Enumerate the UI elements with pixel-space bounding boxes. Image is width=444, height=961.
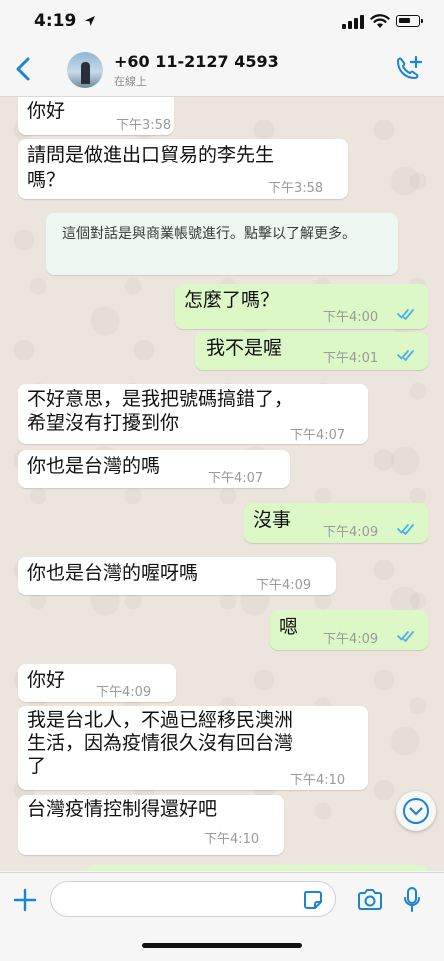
status-time: 4:19 xyxy=(34,11,77,31)
read-ticks-icon xyxy=(397,309,414,320)
message-time: 下午4:01 xyxy=(323,351,379,366)
notice-text: 這個對話是與商業帳號進行。點擊以了解更多。 xyxy=(62,226,356,242)
contact-name[interactable]: +60 11-2127 4593 xyxy=(114,52,279,71)
message-time: 下午4:10 xyxy=(290,773,346,788)
message-bubble[interactable]: 沒事 下午4:09 xyxy=(244,503,428,543)
read-ticks-icon xyxy=(397,350,414,361)
contact-status: 在線上 xyxy=(114,75,147,88)
message-text: 我不是喔 xyxy=(206,337,283,359)
message-text: 生活，因為疫情很久沒有回台灣 xyxy=(27,732,294,754)
message-time: 下午4:10 xyxy=(204,832,260,847)
add-call-icon[interactable] xyxy=(392,54,424,84)
message-bubble[interactable]: 台灣疫情控制得還好吧 下午4:10 xyxy=(18,795,284,855)
message-text: 你好 xyxy=(27,669,66,691)
location-arrow-icon xyxy=(85,16,95,26)
message-time: 下午4:07 xyxy=(208,471,264,486)
home-indicator xyxy=(142,943,302,948)
read-ticks-icon xyxy=(397,524,414,535)
message-bubble[interactable]: 我是台北人，不過已經移民澳洲 生活，因為疫情很久沒有回台灣 了 下午4:10 xyxy=(18,706,368,790)
message-time: 下午4:00 xyxy=(323,310,379,325)
message-time: 下午4:09 xyxy=(323,632,379,647)
message-text: 怎麼了嗎？ xyxy=(184,289,280,311)
message-text: 希望沒有打擾到你 xyxy=(27,412,180,434)
message-bubble[interactable]: 你也是台灣的嗎 下午4:07 xyxy=(18,450,290,488)
plus-icon[interactable] xyxy=(12,887,38,913)
message-bubble[interactable]: 請問是做進出口貿易的李先生 嗎？ 下午3:58 xyxy=(18,139,348,199)
message-text: 沒事 xyxy=(253,509,292,531)
message-text: 了 xyxy=(27,755,47,777)
status-bar: 4:19 xyxy=(0,0,444,44)
message-bubble[interactable]: 嗯 下午4:09 xyxy=(270,610,428,650)
message-bubble[interactable]: 你好 下午4:09 xyxy=(18,664,176,702)
message-bubble[interactable]: 怎麼了嗎？ 下午4:00 xyxy=(175,284,428,329)
chat-header: +60 11-2127 4593 在線上 xyxy=(0,44,444,97)
composer-bar xyxy=(0,872,444,961)
message-text: 你好 xyxy=(27,100,66,122)
message-text: 台灣疫情控制得還好吧 xyxy=(27,798,218,820)
message-bubble-partial xyxy=(86,865,428,871)
message-time: 下午3:58 xyxy=(116,118,172,133)
message-bubble[interactable]: 不好意思，是我把號碼搞錯了， 希望沒有打擾到你 下午4:07 xyxy=(18,384,368,444)
battery-icon xyxy=(396,15,423,27)
message-text: 你也是台灣的嗎 xyxy=(27,455,161,477)
message-bubble[interactable]: 你好 下午3:58 xyxy=(18,97,174,135)
message-input[interactable] xyxy=(50,881,336,917)
message-bubble[interactable]: 我不是喔 下午4:01 xyxy=(195,332,428,370)
scroll-to-bottom-button[interactable] xyxy=(396,791,436,831)
message-bubble[interactable]: 你也是台灣的喔呀嗎 下午4:09 xyxy=(18,557,336,595)
message-text: 嗎？ xyxy=(27,169,66,191)
message-list[interactable]: 你好 下午3:58 請問是做進出口貿易的李先生 嗎？ 下午3:58 這個對話是與… xyxy=(0,97,444,871)
message-time: 下午4:09 xyxy=(323,525,379,540)
chevron-left-icon[interactable] xyxy=(10,54,38,84)
message-text: 請問是做進出口貿易的李先生 xyxy=(27,144,275,166)
message-time: 下午3:58 xyxy=(268,181,324,196)
message-time: 下午4:09 xyxy=(96,685,152,700)
message-text: 不好意思，是我把號碼搞錯了， xyxy=(27,388,294,410)
message-text: 你也是台灣的喔呀嗎 xyxy=(27,562,199,584)
cellular-signal-icon xyxy=(342,15,364,29)
message-time: 下午4:07 xyxy=(290,428,346,443)
wifi-icon xyxy=(370,14,390,28)
avatar[interactable] xyxy=(67,52,103,88)
read-ticks-icon xyxy=(397,631,414,642)
microphone-icon[interactable] xyxy=(402,885,422,915)
camera-icon[interactable] xyxy=(356,887,384,913)
chevron-down-circle-icon xyxy=(403,798,429,824)
message-text: 嗯 xyxy=(279,616,299,638)
message-text: 我是台北人，不過已經移民澳洲 xyxy=(27,709,294,731)
message-time: 下午4:09 xyxy=(256,578,312,593)
sticker-icon[interactable] xyxy=(302,889,324,911)
business-account-notice[interactable]: 這個對話是與商業帳號進行。點擊以了解更多。 xyxy=(46,213,398,275)
